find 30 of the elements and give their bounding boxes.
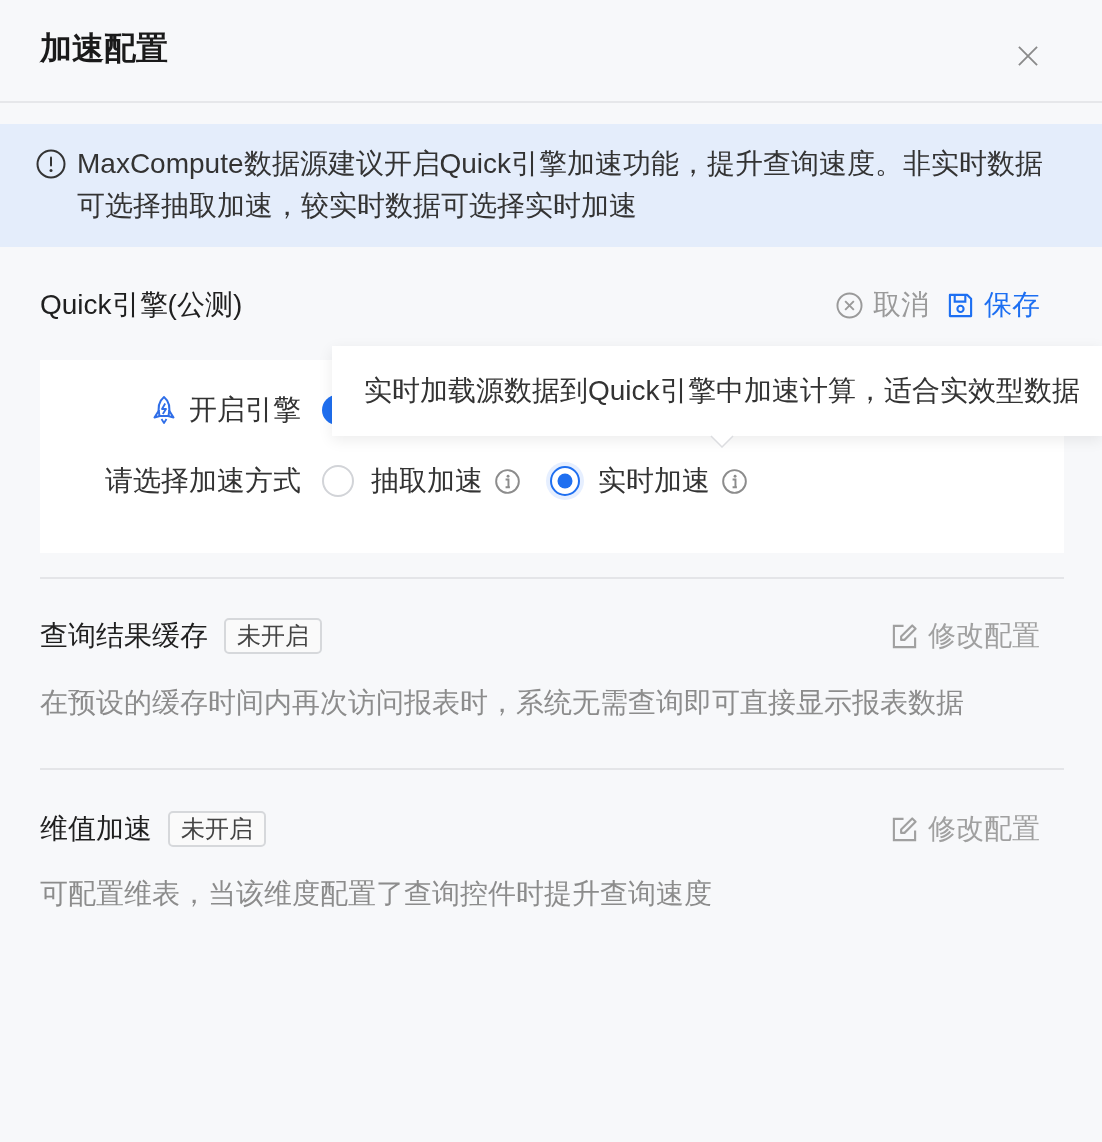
- radio-button[interactable]: [322, 465, 354, 497]
- tooltip-arrow: [710, 435, 734, 448]
- alert-text: MaxCompute数据源建议开启Quick引擎加速功能，提升查询速度。非实时数据可选择抽取加速，较实时数据可选择实时加速: [77, 147, 1045, 223]
- field-label: 请选择加速方式: [105, 464, 301, 498]
- section-title: 查询结果缓存: [40, 619, 208, 653]
- field-label: 开启引擎: [189, 393, 301, 427]
- edit-button[interactable]: 修改配置: [891, 616, 1040, 656]
- status-tag: 未开启: [168, 811, 266, 847]
- dialog-title: 加速配置: [40, 29, 168, 68]
- section-title: Quick引擎(公测): [40, 288, 243, 322]
- save-icon: [947, 291, 974, 319]
- radio-label[interactable]: 抽取加速: [371, 461, 483, 501]
- edit-button[interactable]: 修改配置: [891, 809, 1040, 849]
- edit-icon: [891, 815, 918, 843]
- section-description: 可配置维表，当该维度配置了查询控件时提升查询速度: [40, 877, 713, 911]
- save-button[interactable]: 保存: [947, 285, 1040, 325]
- edit-icon: [891, 622, 918, 650]
- tooltip: 实时加载源数据到Quick引擎中加速计算，适合实效型数据: [332, 346, 1102, 436]
- close-icon[interactable]: [1018, 46, 1038, 66]
- info-icon: [495, 468, 520, 494]
- close-circle-icon: [836, 291, 863, 319]
- section-description: 在预设的缓存时间内再次访问报表时，系统无需查询即可直接显示报表数据: [40, 686, 965, 720]
- radio-label[interactable]: 实时加速: [598, 461, 710, 501]
- exclamation-circle-icon: [36, 149, 66, 179]
- rocket-icon: [151, 395, 177, 425]
- info-icon: [722, 468, 747, 494]
- section-title: 维值加速: [40, 812, 152, 846]
- status-tag: 未开启: [224, 618, 322, 654]
- radio-button[interactable]: [546, 462, 584, 500]
- cancel-button[interactable]: 取消: [836, 285, 929, 325]
